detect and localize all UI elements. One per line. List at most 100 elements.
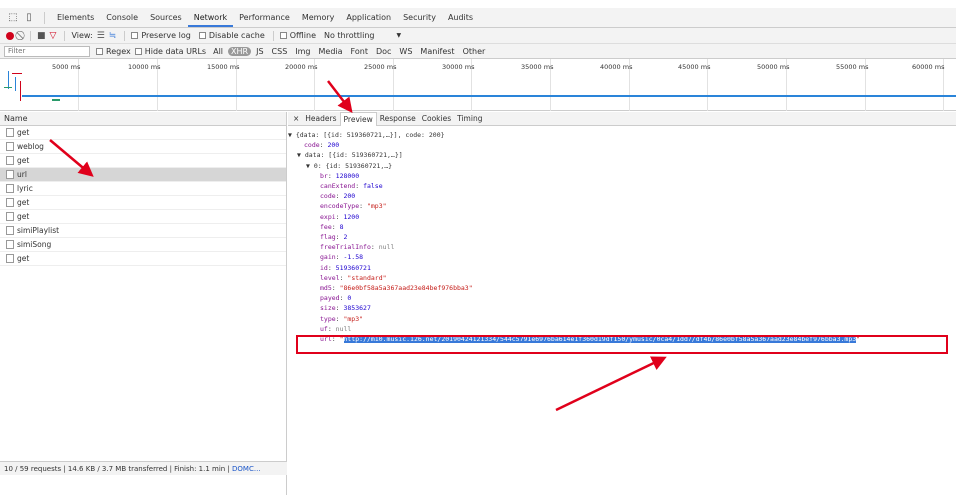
tab-response[interactable]: Response [377,112,419,125]
tab-preview[interactable]: Preview [339,111,377,126]
file-icon [6,170,14,179]
json-field-line: code: 200 [320,192,356,201]
tab-timing[interactable]: Timing [454,112,485,125]
list-item[interactable]: get [0,196,286,210]
preserve-log-checkbox[interactable] [131,32,139,39]
filter-input[interactable] [4,45,90,57]
json-item-line[interactable]: ▼ 0: {id: 519360721,…} [288,161,956,171]
timeline-tick: 55000 ms [836,63,869,71]
record-button[interactable] [6,31,14,40]
json-field-line: canExtend: false [320,182,383,191]
timeline-tick: 30000 ms [442,63,475,71]
disable-cache-checkbox[interactable] [198,32,206,39]
list-item[interactable]: get [0,210,286,224]
filter-type-js[interactable]: JS [253,47,266,56]
request-name: get [17,197,30,207]
json-key: canExtend [320,182,356,191]
json-field-line: size: 3853627 [320,304,371,313]
request-name: get [17,211,30,221]
tab-application[interactable]: Application [340,8,397,27]
json-code-line: code: 200 [304,141,340,150]
offline-checkbox[interactable] [279,32,287,39]
json-key: level [320,273,340,282]
file-icon [6,128,14,137]
filter-icon[interactable]: ▽ [50,31,57,41]
filter-type-manifest[interactable]: Manifest [417,47,457,56]
devtools-tab-bar: ⬚ ▯ Elements Console Sources Network Per… [0,8,956,28]
json-field-line: type: "mp3" [320,314,364,323]
timeline-tick: 60000 ms [912,63,945,71]
filter-type-media[interactable]: Media [316,47,346,56]
list-item[interactable]: get [0,252,286,266]
chevron-down-icon[interactable]: ▼ [397,32,402,39]
json-preview: ▼ {data: [{id: 519360721,…}], code: 200}… [288,126,956,344]
hide-data-urls-label: Hide data URLs [144,46,207,56]
tab-cookies[interactable]: Cookies [419,112,454,125]
tab-security[interactable]: Security [397,8,442,27]
json-field-line: uf: null [320,324,352,333]
filter-type-css[interactable]: CSS [269,47,291,56]
status-summary: 10 / 59 requests | 14.6 KB / 3.7 MB tran… [4,465,233,473]
inspect-element-icon[interactable]: ⬚ [6,11,20,25]
json-value: 519360721 [335,263,371,272]
json-value: 200 [343,192,356,201]
filter-type-other[interactable]: Other [460,47,489,56]
throttling-select[interactable]: No throttling [324,31,375,40]
divider [124,30,126,41]
filter-type-doc[interactable]: Doc [373,47,394,56]
waterfall-icon[interactable]: ≒ [109,31,117,41]
filter-type-ws[interactable]: WS [396,47,415,56]
timeline-tick: 10000 ms [128,63,161,71]
filter-type-xhr[interactable]: XHR [228,46,252,56]
tab-audits[interactable]: Audits [442,8,479,27]
tab-console[interactable]: Console [100,8,144,27]
request-list-panel: Name get weblog get url lyric get get si… [0,112,287,495]
json-fields: br: 128000 canExtend: false code: 200 encod… [288,171,956,334]
close-icon[interactable]: × [290,112,302,125]
json-key: size [320,304,336,313]
tab-sources[interactable]: Sources [144,8,188,27]
list-item[interactable]: lyric [0,182,286,196]
hide-data-urls-checkbox[interactable] [134,47,142,55]
view-label: View: [71,31,93,40]
filter-type-font[interactable]: Font [348,47,371,56]
json-key: gain [320,253,336,262]
file-icon [6,184,14,193]
preserve-log-label: Preserve log [141,31,191,40]
list-item[interactable]: weblog [0,140,286,154]
json-data-line[interactable]: ▼ data: [{id: 519360721,…}] [288,150,956,160]
list-item-selected[interactable]: url [0,168,286,182]
device-toolbar-icon[interactable]: ▯ [22,11,36,25]
timeline-bar [52,99,60,101]
filter-type-img[interactable]: Img [292,47,313,56]
regex-checkbox[interactable] [96,47,103,55]
json-field-line: encodeType: "mp3" [320,202,387,211]
tab-headers[interactable]: Headers [302,112,339,125]
divider [44,11,45,24]
json-key: br [320,171,328,180]
timeline-overview[interactable]: 5000 ms 10000 ms 15000 ms 20000 ms 25000… [0,59,956,111]
file-icon [6,240,14,249]
tab-elements[interactable]: Elements [51,8,100,27]
offline-label: Offline [289,31,316,40]
filter-type-all[interactable]: All [210,47,226,56]
list-item[interactable]: simiSong [0,238,286,252]
json-root-line[interactable]: ▼ {data: [{id: 519360721,…}], code: 200} [288,130,956,140]
tab-memory[interactable]: Memory [296,8,341,27]
json-field-line: expi: 1200 [320,212,360,221]
tab-network[interactable]: Network [187,8,234,27]
list-item[interactable]: get [0,126,286,140]
domcontentloaded-link[interactable]: DOMC... [232,465,261,473]
camera-icon[interactable]: ■ [37,31,46,41]
name-column-header[interactable]: Name [0,112,286,126]
timeline-tick: 15000 ms [207,63,240,71]
file-icon [6,156,14,165]
json-key: code [320,192,336,201]
tab-performance[interactable]: Performance [233,8,296,27]
request-name: url [17,169,27,179]
json-value: null [335,324,352,333]
large-rows-icon[interactable]: ☰ [97,31,105,41]
detail-tab-bar: × Headers Preview Response Cookies Timin… [288,111,956,126]
list-item[interactable]: simiPlaylist [0,224,286,238]
list-item[interactable]: get [0,154,286,168]
